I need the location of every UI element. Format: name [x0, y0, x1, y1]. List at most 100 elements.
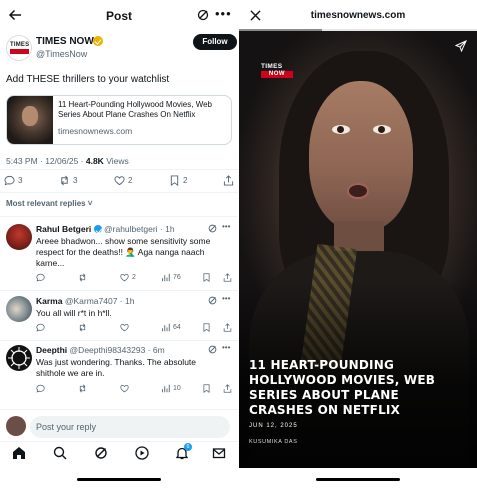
avatar[interactable] — [6, 416, 26, 436]
article-date: JUN 12, 2025 — [249, 423, 298, 429]
divider — [0, 216, 238, 217]
bookmark-icon — [203, 273, 210, 282]
page-url: timesnownews.com — [310, 10, 406, 21]
share-icon — [223, 273, 232, 282]
article-screen: timesnownews.com TIMES NOW 11 HEART-POUN… — [239, 0, 477, 488]
reply-actions: 64 — [36, 323, 232, 334]
reply-author-name[interactable]: Karma — [36, 296, 62, 306]
search-icon[interactable] — [53, 446, 67, 460]
divider — [0, 340, 238, 341]
post-timestamp: 5:43 PM · 12/06/25 · — [6, 156, 86, 166]
repost-icon — [79, 273, 86, 282]
views-label: Views — [103, 156, 129, 166]
post-meta: 5:43 PM · 12/06/25 · 4.8K Views — [6, 156, 129, 166]
grok-icon[interactable] — [208, 345, 217, 354]
mail-icon[interactable] — [212, 446, 226, 460]
grok-icon[interactable] — [208, 224, 217, 233]
bookmark-icon — [203, 323, 210, 332]
reply-text: Was just wondering. Thanks. The absolute… — [36, 357, 197, 378]
reply-icon — [36, 323, 45, 332]
reply-meta: @rahulbetgeri · 1h — [104, 224, 175, 234]
share-icon — [223, 175, 234, 186]
video-icon[interactable] — [135, 446, 149, 460]
times-now-logo-text: TIMES — [10, 42, 30, 48]
bottom-tab-bar: 6 — [0, 443, 238, 467]
reply-icon — [4, 175, 15, 186]
send-icon[interactable] — [455, 40, 467, 52]
reply-header: Karma @Karma7407 · 1h — [36, 296, 134, 306]
verified-badge-icon — [93, 225, 102, 233]
views-count: 64 — [173, 324, 181, 331]
avatar-art — [8, 347, 30, 369]
bookmark-icon — [203, 384, 210, 393]
heart-icon — [120, 273, 129, 282]
grok-icon[interactable] — [197, 9, 209, 21]
notifications-badge: 6 — [184, 443, 192, 451]
views-count: 4.8K — [85, 156, 104, 166]
home-indicator — [77, 478, 161, 481]
more-icon[interactable]: ••• — [222, 343, 230, 352]
reply-icon — [36, 273, 45, 282]
link-card[interactable]: 11 Heart-Pounding Hollywood Movies, Web … — [6, 95, 232, 145]
avatar[interactable] — [6, 224, 32, 250]
avatar[interactable] — [6, 345, 32, 371]
reply-text: Areee bhadwon... show some sensitivity s… — [36, 236, 211, 268]
reply-meta: @Deepthi98343293 · 6m — [69, 345, 165, 355]
card-title: 11 Heart-Pounding Hollywood Movies, Web … — [58, 100, 213, 119]
reply-icon — [36, 384, 45, 393]
article-hero-image: TIMES NOW 11 HEART-POUNDING HOLLYWOOD MO… — [239, 31, 477, 468]
more-icon[interactable]: ••• — [222, 222, 230, 231]
bookmark-count: 2 — [183, 176, 188, 185]
reply-input[interactable]: Post your reply — [30, 416, 230, 438]
post-header: Post ••• — [0, 0, 238, 30]
card-domain: timesnownews.com — [58, 126, 133, 136]
grok-icon[interactable] — [94, 446, 108, 460]
times-now-logo-top: TIMES — [261, 63, 283, 70]
repost-icon — [79, 323, 86, 332]
like-count: 2 — [128, 176, 133, 185]
reply-actions: 2 76 — [36, 273, 232, 284]
more-icon[interactable]: ••• — [215, 7, 232, 20]
times-now-logo-bar — [10, 49, 29, 54]
views-count: 76 — [173, 274, 181, 281]
divider — [0, 409, 238, 410]
author-handle[interactable]: @TimesNow — [36, 49, 87, 59]
reply-author-name[interactable]: Rahul Betgeri — [36, 224, 91, 234]
times-now-logo-bottom: NOW — [261, 71, 293, 78]
home-indicator — [316, 478, 400, 481]
times-now-logo: TIMES NOW — [261, 63, 293, 78]
divider — [0, 192, 238, 193]
reply-meta: @Karma7407 · 1h — [64, 296, 135, 306]
replies-sort-dropdown[interactable]: Most relevant replies ˅ — [6, 199, 92, 208]
reply-composer: Post your reply — [0, 414, 238, 440]
post-text: Add THESE thrillers to your watchlist — [6, 74, 170, 85]
heart-icon — [114, 176, 125, 186]
share-icon — [223, 384, 232, 393]
post-author: TIMES TIMES NOW @TimesNow Follow — [6, 33, 237, 63]
article-author: KUSUMIKA DAS — [249, 439, 298, 445]
author-name[interactable]: TIMES NOW — [36, 36, 94, 47]
card-thumbnail — [7, 96, 53, 144]
repost-icon — [61, 175, 68, 186]
views-count: 10 — [173, 385, 181, 392]
verified-badge-icon — [93, 36, 103, 46]
browser-header: timesnownews.com — [239, 0, 477, 30]
avatar[interactable] — [6, 296, 32, 322]
views-icon — [162, 384, 170, 393]
reply-count: 3 — [18, 176, 23, 185]
reply-author-name[interactable]: Deepthi — [36, 345, 67, 355]
heart-icon — [120, 323, 129, 332]
heart-icon — [120, 384, 129, 393]
grok-icon[interactable] — [208, 296, 217, 305]
home-icon[interactable] — [12, 446, 26, 460]
more-icon[interactable]: ••• — [222, 294, 230, 303]
follow-button[interactable]: Follow — [193, 34, 237, 50]
divider — [0, 169, 238, 170]
repost-icon — [79, 384, 86, 393]
like-count: 2 — [132, 274, 136, 281]
views-icon — [162, 273, 170, 282]
article-headline: 11 HEART-POUNDING HOLLYWOOD MOVIES, WEB … — [249, 358, 436, 417]
reply-header: Rahul Betgeri @rahulbetgeri · 1h — [36, 224, 175, 234]
avatar[interactable]: TIMES — [6, 35, 32, 61]
repost-count: 3 — [73, 176, 78, 185]
